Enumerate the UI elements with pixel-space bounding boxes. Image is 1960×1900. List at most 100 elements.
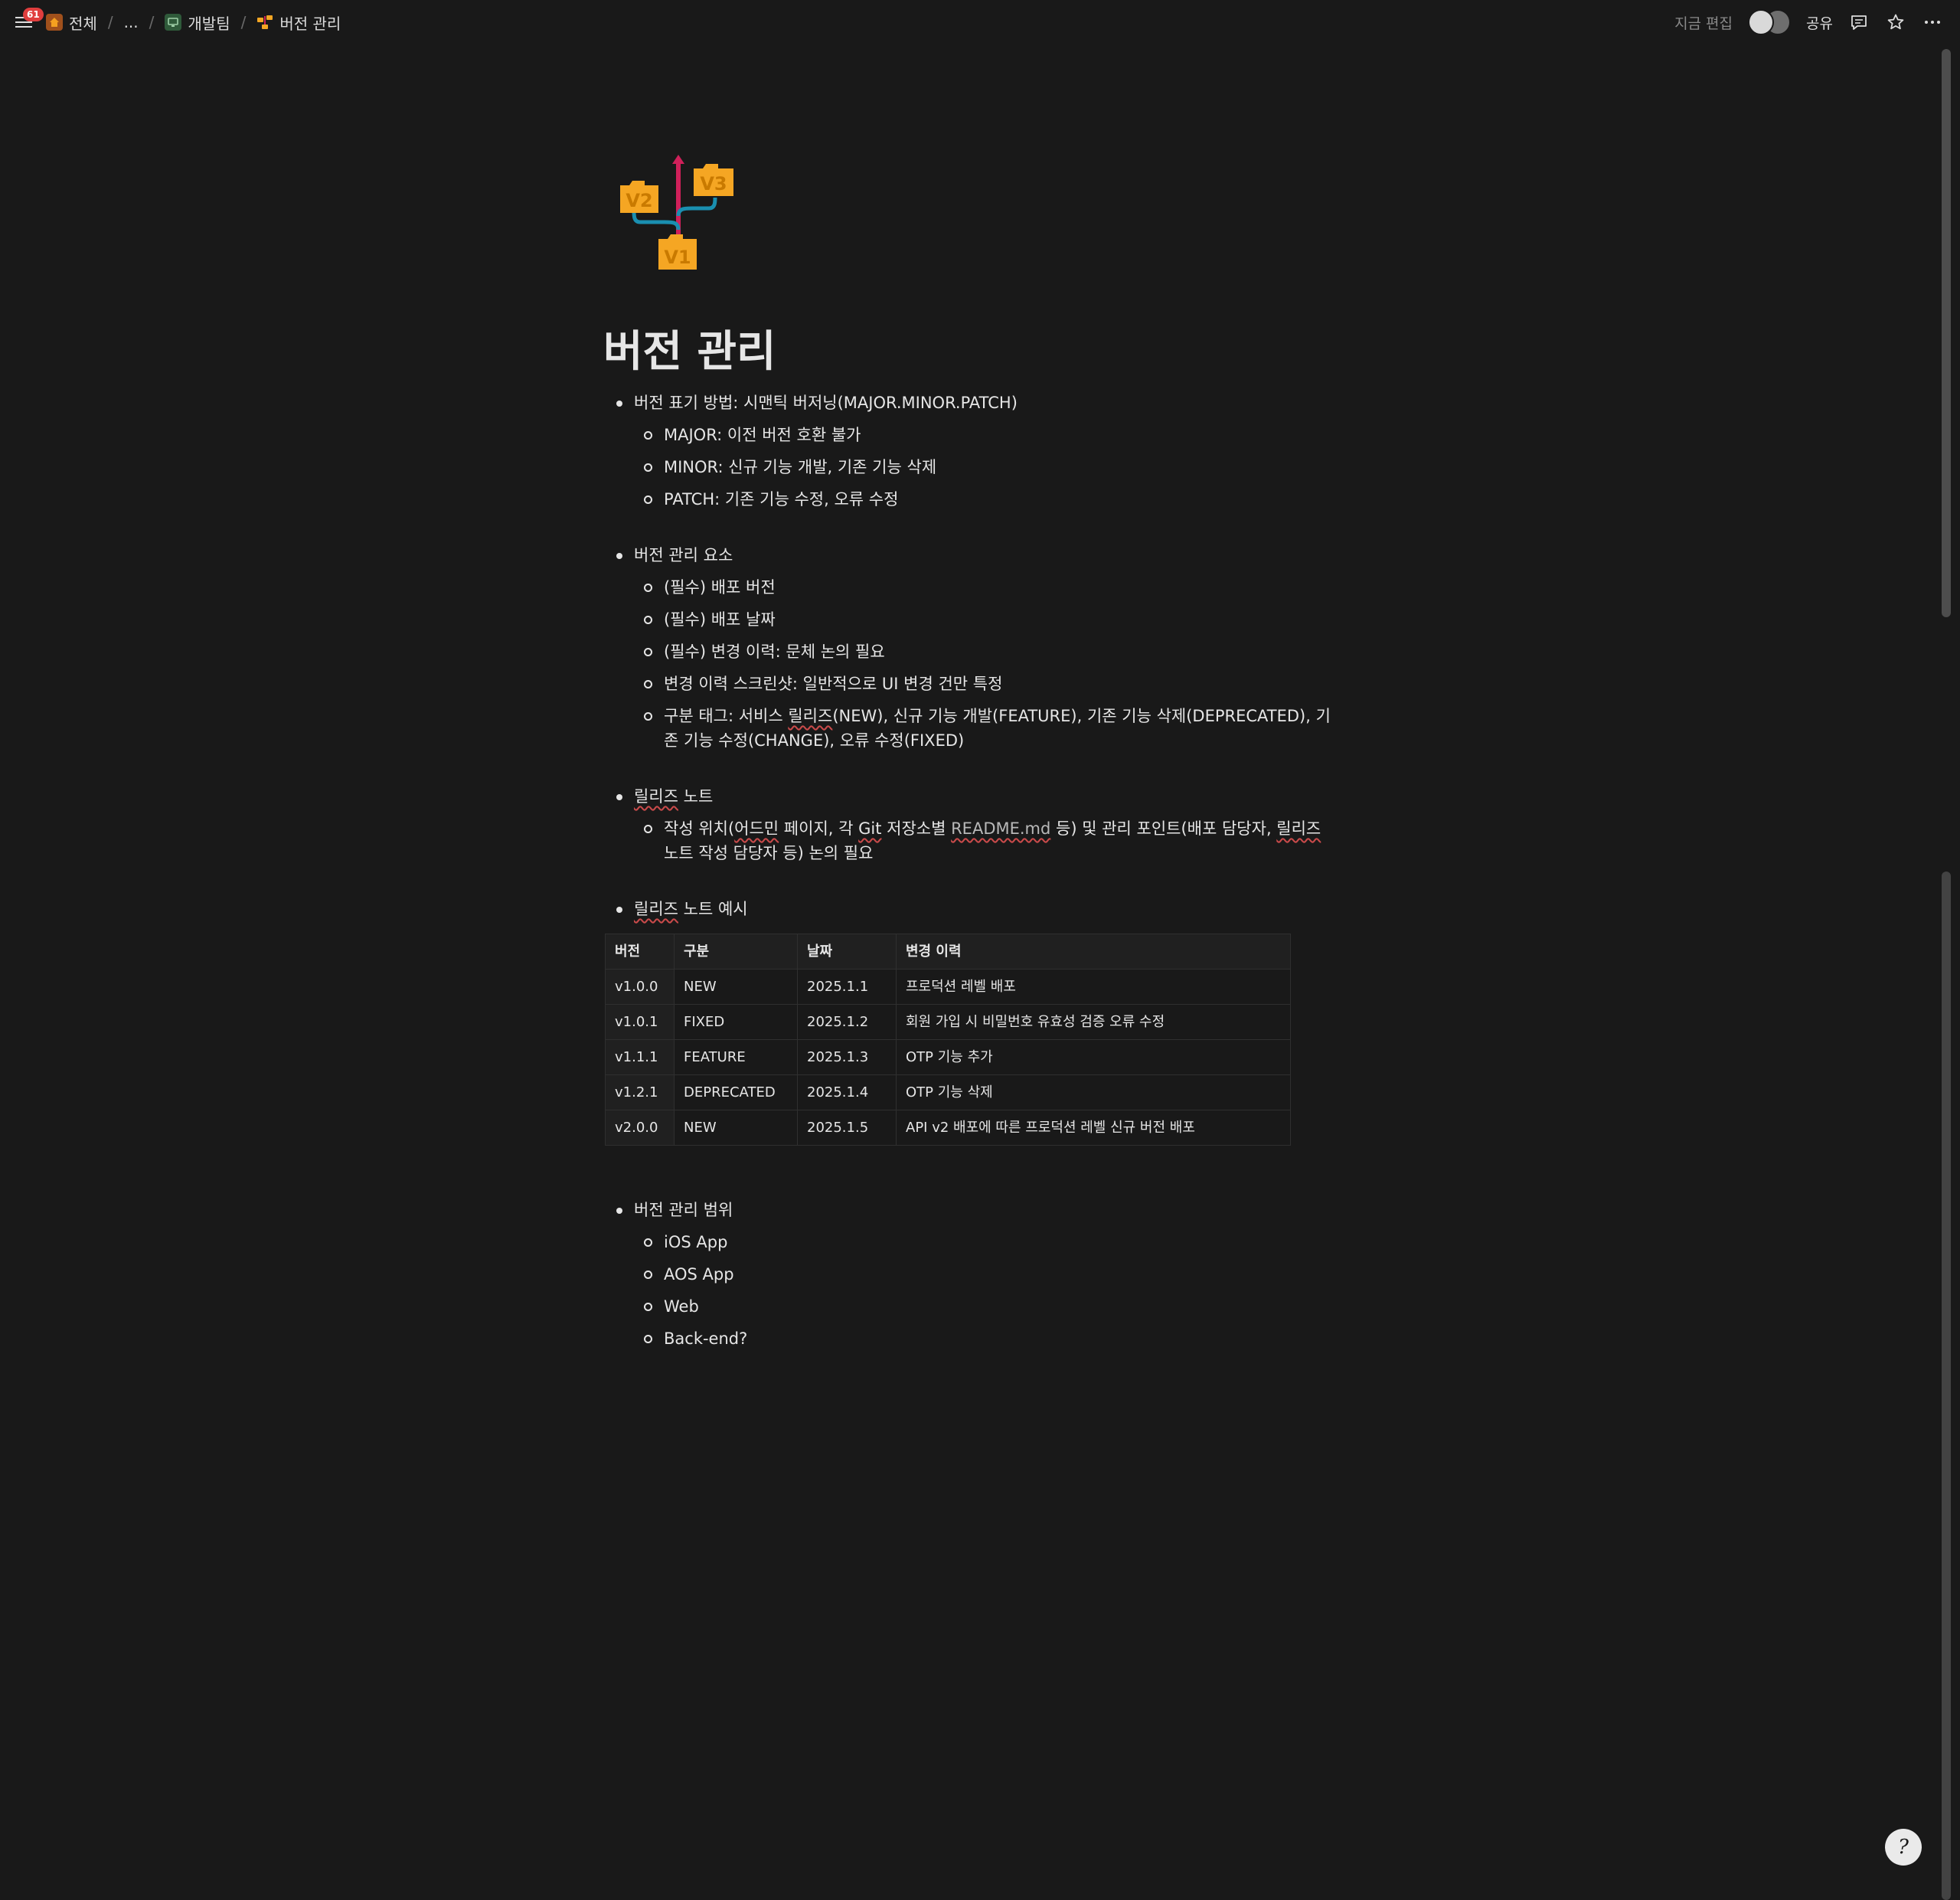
list-item[interactable]: Web: [603, 1294, 1331, 1319]
table-cell[interactable]: v2.0.0: [605, 1110, 675, 1146]
text-segment: 등) 및 관리 포인트(배포 담당자,: [1050, 819, 1277, 838]
page-title[interactable]: 버전 관리: [603, 322, 776, 383]
collaborator-avatars[interactable]: [1748, 9, 1792, 35]
list-item[interactable]: 변경 이력 스크린샷: 일반적으로 UI 변경 건만 특정: [603, 672, 1331, 696]
breadcrumb-item-current-page[interactable]: 버전 관리: [253, 10, 344, 35]
section-release-notes-example: 릴리즈 노트 예시 버전 구분 날짜 변경 이력 v1.0.0 NEW 2025…: [603, 897, 1331, 1146]
section-version-notation: 버전 표기 방법: 시맨틱 버저닝(MAJOR.MINOR.PATCH) MAJ…: [603, 391, 1331, 512]
table-row: v1.0.0 NEW 2025.1.1 프로덕션 레벨 배포: [605, 969, 1291, 1005]
table-cell[interactable]: NEW: [674, 1110, 798, 1146]
scrollbar-thumb[interactable]: [1942, 49, 1951, 617]
table-cell[interactable]: v1.0.1: [605, 1004, 675, 1040]
table-cell[interactable]: 회원 가입 시 비밀번호 유효성 검증 오류 수정: [896, 1004, 1291, 1040]
table-cell[interactable]: NEW: [674, 969, 798, 1005]
breadcrumb-item-dev-team[interactable]: 개발팀: [162, 10, 233, 35]
version-branch-icon: V2 V3 V1: [620, 155, 733, 270]
readme-link[interactable]: README.md: [951, 819, 1050, 838]
section-version-scope: 버전 관리 범위 iOS App AOS App Web Back-end?: [603, 1198, 1331, 1351]
page-icon[interactable]: V2 V3 V1: [617, 153, 740, 276]
sidebar-menu-button[interactable]: 61: [12, 8, 44, 34]
table-cell[interactable]: FEATURE: [674, 1039, 798, 1075]
icon-label-v3: V3: [700, 173, 727, 195]
page-content: 버전 표기 방법: 시맨틱 버저닝(MAJOR.MINOR.PATCH) MAJ…: [603, 391, 1331, 1382]
table-cell[interactable]: 프로덕션 레벨 배포: [896, 969, 1291, 1005]
scrollbar-track-lower[interactable]: [1942, 872, 1951, 1900]
notification-badge: 61: [23, 8, 44, 21]
list-item[interactable]: MINOR: 신규 기능 개발, 기존 기능 삭제: [603, 455, 1331, 479]
text-segment: 노트 예시: [678, 900, 748, 918]
home-icon: [46, 14, 63, 31]
table-row: v1.2.1 DEPRECATED 2025.1.4 OTP 기능 삭제: [605, 1074, 1291, 1110]
list-item[interactable]: PATCH: 기존 기능 수정, 오류 수정: [603, 487, 1331, 512]
release-notes-table[interactable]: 버전 구분 날짜 변경 이력 v1.0.0 NEW 2025.1.1 프로덕션 …: [605, 934, 1291, 1146]
table-header-cell[interactable]: 날짜: [797, 934, 897, 970]
comments-button[interactable]: [1848, 11, 1870, 33]
list-item[interactable]: 작성 위치(어드민 페이지, 각 Git 저장소별 README.md 등) 및…: [603, 816, 1331, 865]
section-version-elements: 버전 관리 요소 (필수) 배포 버전 (필수) 배포 날짜 (필수) 변경 이…: [603, 543, 1331, 753]
breadcrumb-item-ellipsis[interactable]: ...: [121, 11, 142, 33]
text-segment: 노트: [678, 787, 714, 806]
table-cell[interactable]: 2025.1.3: [797, 1039, 897, 1075]
list-item[interactable]: 릴리즈 노트 예시: [603, 897, 1331, 921]
table-cell[interactable]: 2025.1.1: [797, 969, 897, 1005]
table-cell[interactable]: v1.1.1: [605, 1039, 675, 1075]
table-cell[interactable]: OTP 기능 삭제: [896, 1074, 1291, 1110]
table-cell[interactable]: FIXED: [674, 1004, 798, 1040]
breadcrumb-separator: /: [149, 13, 155, 31]
breadcrumb-label: 전체: [69, 14, 97, 33]
table-header-cell[interactable]: 구분: [674, 934, 798, 970]
table-cell[interactable]: 2025.1.4: [797, 1074, 897, 1110]
help-button[interactable]: ?: [1885, 1829, 1922, 1866]
text-segment: 작성 위치(: [664, 819, 735, 838]
spellcheck-word: 어드민: [734, 819, 779, 838]
table-cell[interactable]: DEPRECATED: [674, 1074, 798, 1110]
icon-label-v1: V1: [664, 247, 691, 268]
breadcrumb-separator: /: [240, 13, 247, 31]
table-cell[interactable]: OTP 기능 추가: [896, 1039, 1291, 1075]
list-item[interactable]: Back-end?: [603, 1326, 1331, 1351]
monitor-icon: [165, 14, 182, 31]
share-button[interactable]: 공유: [1806, 12, 1833, 33]
favorite-button[interactable]: [1885, 11, 1906, 33]
breadcrumb-label: 버전 관리: [279, 14, 341, 33]
table-cell[interactable]: 2025.1.2: [797, 1004, 897, 1040]
more-horizontal-icon: [1925, 21, 1940, 24]
breadcrumb: 61 전체 / ... / 개발팀 / 버전 관리: [12, 8, 344, 35]
list-item[interactable]: (필수) 변경 이력: 문체 논의 필요: [603, 639, 1331, 664]
table-row: v1.1.1 FEATURE 2025.1.3 OTP 기능 추가: [605, 1039, 1291, 1075]
star-icon: [1887, 14, 1904, 30]
top-bar-actions: 지금 편집 공유: [1674, 9, 1943, 35]
list-item[interactable]: (필수) 배포 버전: [603, 575, 1331, 600]
edited-status: 지금 편집: [1674, 15, 1733, 32]
table-header-cell[interactable]: 변경 이력: [896, 934, 1291, 970]
list-item[interactable]: MAJOR: 이전 버전 호환 불가: [603, 423, 1331, 447]
text-segment: 구분 태그: 서비스: [664, 707, 789, 725]
spellcheck-word: 릴리즈: [634, 900, 678, 918]
section-release-notes: 릴리즈 노트 작성 위치(어드민 페이지, 각 Git 저장소별 README.…: [603, 784, 1331, 865]
more-options-button[interactable]: [1922, 11, 1943, 33]
breadcrumb-label: ...: [123, 13, 139, 31]
table-row: v1.0.1 FIXED 2025.1.2 회원 가입 시 비밀번호 유효성 검…: [605, 1004, 1291, 1040]
table-cell[interactable]: v1.2.1: [605, 1074, 675, 1110]
list-item[interactable]: 버전 관리 범위: [603, 1198, 1331, 1222]
text-segment: 저장소별: [881, 819, 952, 838]
text-segment: 노트 작성 담당자 등) 논의 필요: [664, 844, 874, 862]
list-item-tags[interactable]: 구분 태그: 서비스 릴리즈(NEW), 신규 기능 개발(FEATURE), …: [603, 704, 1331, 753]
table-cell[interactable]: 2025.1.5: [797, 1110, 897, 1146]
icon-label-v2: V2: [626, 190, 652, 211]
version-branch-icon: [256, 14, 273, 31]
avatar: [1748, 9, 1775, 35]
list-item[interactable]: 버전 표기 방법: 시맨틱 버저닝(MAJOR.MINOR.PATCH): [603, 391, 1331, 415]
list-item[interactable]: 릴리즈 노트: [603, 784, 1331, 809]
spellcheck-word: 릴리즈: [634, 787, 678, 806]
breadcrumb-separator: /: [107, 13, 113, 31]
table-cell[interactable]: v1.0.0: [605, 969, 675, 1005]
breadcrumb-label: 개발팀: [188, 14, 230, 33]
list-item[interactable]: AOS App: [603, 1262, 1331, 1287]
list-item[interactable]: 버전 관리 요소: [603, 543, 1331, 567]
list-item[interactable]: (필수) 배포 날짜: [603, 607, 1331, 632]
breadcrumb-item-all[interactable]: 전체: [43, 10, 100, 35]
table-cell[interactable]: API v2 배포에 따른 프로덕션 레벨 신규 버전 배포: [896, 1110, 1291, 1146]
list-item[interactable]: iOS App: [603, 1230, 1331, 1254]
table-header-cell[interactable]: 버전: [605, 934, 675, 970]
